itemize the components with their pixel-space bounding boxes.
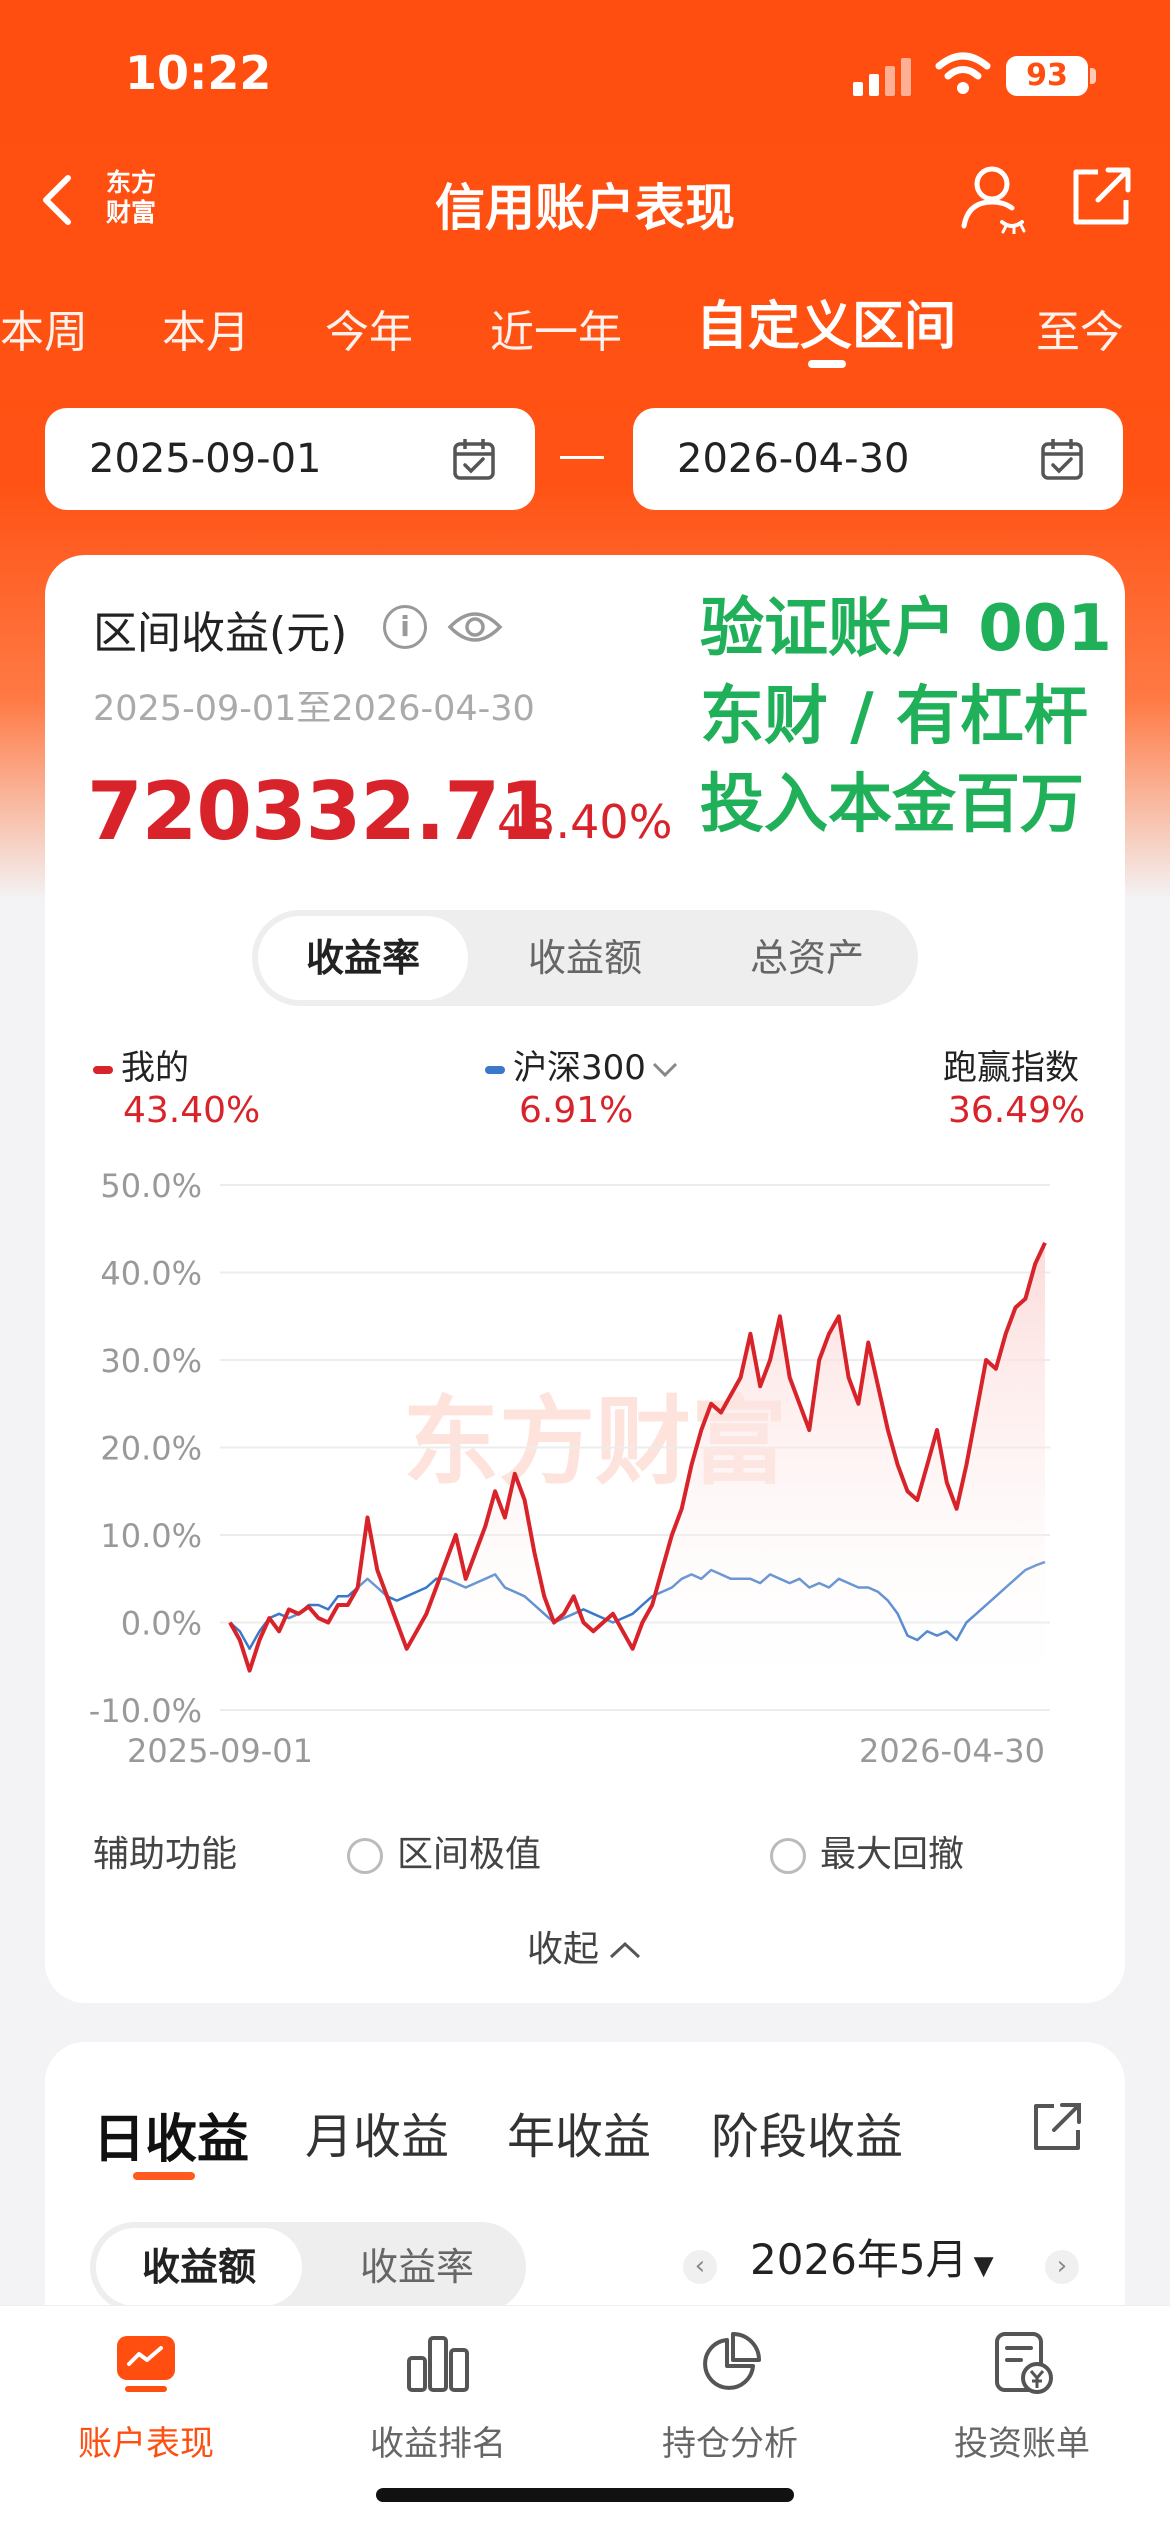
profit-type-toggle: 收益额 收益率 — [90, 2222, 526, 2312]
nav-account-performance-label: 账户表现 — [78, 2424, 214, 2464]
collapse-toggle[interactable]: 收起 — [45, 1920, 1125, 1972]
active-tab-indicator — [808, 360, 846, 368]
performance-card: 区间收益(元) i 2025-09-01至2026-04-30 720332.7… — [45, 555, 1125, 2003]
tab-yearly-profit[interactable]: 年收益 — [507, 2097, 651, 2167]
share-external-icon[interactable] — [1030, 2100, 1084, 2154]
profit-tab-indicator — [133, 2172, 195, 2180]
nav-holding-analysis-label: 持仓分析 — [662, 2424, 798, 2464]
nav-investment-bill-label: 投资账单 — [954, 2424, 1090, 2464]
share-external-icon[interactable] — [1068, 164, 1134, 230]
y-tick-label: 20.0% — [100, 1430, 202, 1468]
y-tick-label: 50.0% — [100, 1167, 202, 1205]
bar-chart-icon — [407, 2336, 469, 2392]
end-date-value: 2026-04-30 — [677, 436, 910, 482]
privacy-person-icon[interactable] — [958, 162, 1026, 234]
y-tick-label: -10.0% — [89, 1692, 202, 1730]
aux-label: 辅助功能 — [93, 1834, 238, 1875]
aux-option-range-extreme[interactable]: 区间极值 — [347, 1825, 541, 1877]
nav-holding-analysis[interactable]: 持仓分析 — [584, 2328, 876, 2465]
status-time: 10:22 — [125, 46, 272, 100]
x-tick-label: 2026-04-30 — [859, 1732, 1045, 1770]
nav-profit-ranking[interactable]: 收益排名 — [292, 2328, 584, 2465]
profit-rate-tab[interactable]: 收益率 — [308, 2222, 526, 2312]
next-month-button[interactable]: › — [1045, 2250, 1079, 2284]
y-tick-label: 10.0% — [100, 1517, 202, 1555]
tab-week[interactable]: 本周 — [0, 296, 88, 360]
calendar-icon — [453, 439, 495, 480]
status-bar: 10:22 93 — [0, 0, 1170, 150]
aux-option-max-drawdown-label: 最大回撤 — [820, 1834, 965, 1875]
battery-indicator: 93 — [1006, 56, 1088, 96]
tab-monthly-profit[interactable]: 月收益 — [305, 2097, 449, 2167]
x-tick-label: 2025-09-01 — [127, 1732, 313, 1770]
nav-investment-bill[interactable]: 投资账单 — [876, 2328, 1168, 2465]
tab-last-year[interactable]: 近一年 — [490, 296, 622, 360]
y-tick-label: 0.0% — [121, 1605, 202, 1643]
tab-custom-range[interactable]: 自定义区间 — [696, 284, 956, 359]
month-selector[interactable]: 2026年5月 ▼ — [750, 2226, 994, 2287]
start-date-value: 2025-09-01 — [89, 436, 322, 482]
bill-yen-icon — [995, 2332, 1053, 2394]
prev-month-button[interactable]: ‹ — [683, 2250, 717, 2284]
radio-icon — [347, 1838, 383, 1874]
month-selector-label: 2026年5月 — [750, 2235, 968, 2284]
aux-option-max-drawdown[interactable]: 最大回撤 — [770, 1825, 964, 1877]
tab-since-inception[interactable]: 至今 — [1036, 296, 1124, 360]
nav-profit-ranking-label: 收益排名 — [370, 2424, 506, 2464]
profit-amount-tab[interactable]: 收益额 — [96, 2228, 302, 2306]
caret-down-icon: ▼ — [973, 2251, 994, 2281]
tab-stage-profit[interactable]: 阶段收益 — [711, 2097, 903, 2167]
nav-account-performance[interactable]: 账户表现 — [0, 2328, 292, 2465]
tab-month[interactable]: 本月 — [162, 296, 250, 360]
period-tabs: 本周 本月 今年 近一年 自定义区间 至今 — [0, 284, 1170, 364]
chevron-up-icon — [609, 1941, 641, 1959]
cellular-signal-icon — [853, 56, 911, 96]
aux-option-range-extreme-label: 区间极值 — [397, 1834, 542, 1875]
start-date-picker[interactable]: 2025-09-01 — [45, 408, 535, 510]
performance-line-chart: 东方财富50.0%40.0%30.0%20.0%10.0%0.0%-10.0%2… — [89, 1167, 1050, 1770]
tab-daily-profit[interactable]: 日收益 — [93, 2097, 249, 2172]
radio-icon — [770, 1838, 806, 1874]
end-date-picker[interactable]: 2026-04-30 — [633, 408, 1123, 510]
date-separator — [560, 456, 604, 459]
trend-chart-icon — [117, 2336, 175, 2392]
home-indicator — [376, 2488, 794, 2502]
collapse-label: 收起 — [526, 1929, 599, 1970]
y-tick-label: 40.0% — [100, 1255, 202, 1293]
calendar-icon — [1041, 439, 1083, 480]
tab-year-to-date[interactable]: 今年 — [325, 296, 413, 360]
y-tick-label: 30.0% — [100, 1342, 202, 1380]
wifi-icon — [935, 52, 991, 94]
battery-cap — [1090, 68, 1096, 84]
pie-chart-icon — [703, 2332, 761, 2390]
